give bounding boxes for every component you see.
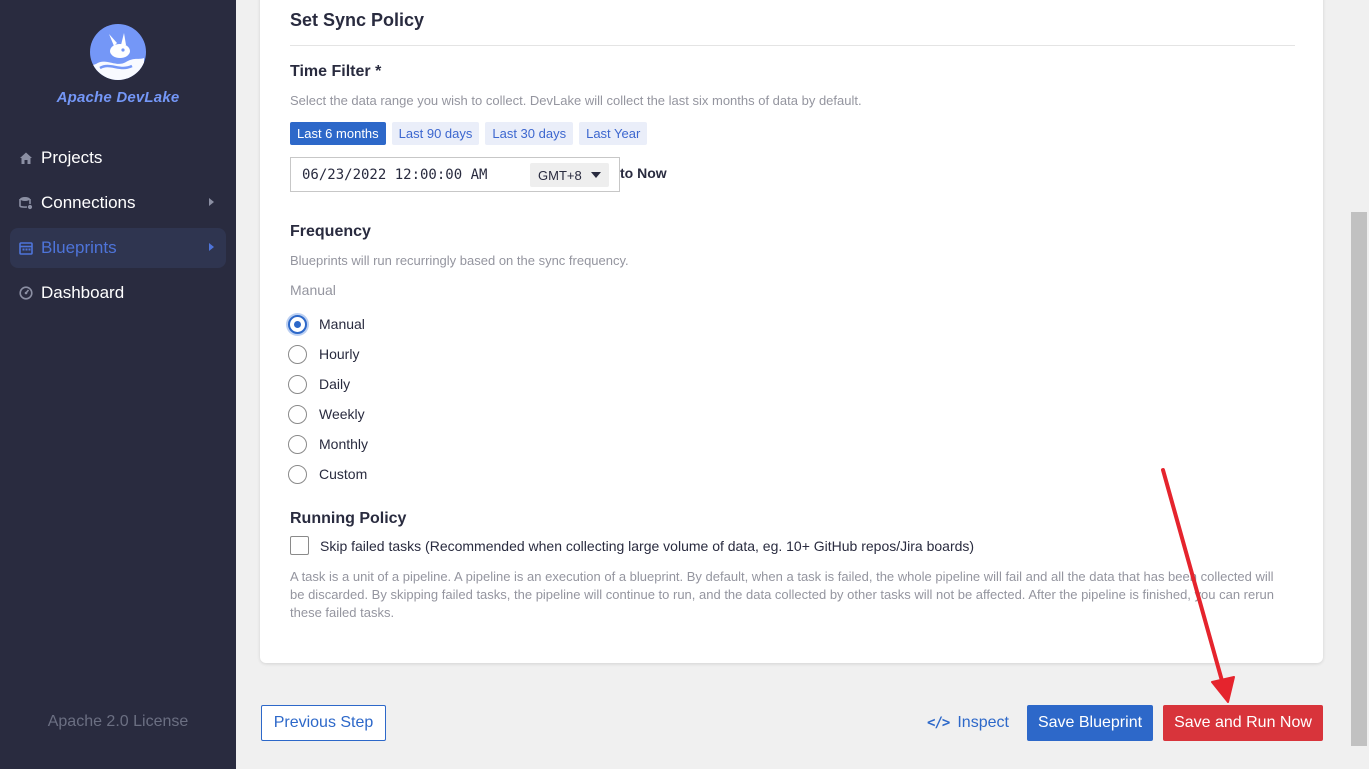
frequency-help: Blueprints will run recurringly based on… [290, 253, 629, 268]
save-and-run-button[interactable]: Save and Run Now [1163, 705, 1323, 741]
sync-policy-card: Set Sync Policy Time Filter * Select the… [260, 0, 1323, 663]
sidebar-item-label: Projects [41, 148, 103, 167]
radio-label: Weekly [319, 406, 365, 422]
sidebar-item-label: Dashboard [41, 283, 125, 302]
sidebar-item-projects[interactable]: Projects [10, 138, 226, 178]
caret-down-icon [590, 172, 601, 178]
chevron-right-icon [209, 243, 214, 251]
frequency-radio-group: Manual Hourly Daily Weekly Monthly Custo… [288, 309, 368, 489]
page-title: Set Sync Policy [290, 10, 425, 30]
preset-last-year[interactable]: Last Year [579, 122, 648, 145]
calendar-icon [19, 241, 33, 255]
brand-name: Apache DevLake [56, 89, 180, 106]
save-blueprint-button[interactable]: Save Blueprint [1027, 705, 1153, 741]
license-text: Apache 2.0 License [47, 713, 189, 730]
frequency-current-value: Manual [290, 282, 336, 298]
save-blueprint-label: Save Blueprint [1037, 714, 1143, 731]
previous-step-button[interactable]: Previous Step [261, 705, 386, 741]
devlake-logo-icon[interactable] [90, 24, 146, 80]
preset-last-30-days[interactable]: Last 30 days [485, 122, 574, 145]
radio-button[interactable] [288, 404, 307, 424]
sidebar-item-blueprints[interactable]: Blueprints [10, 228, 226, 268]
frequency-title: Frequency [290, 223, 371, 240]
preset-last-90-days[interactable]: Last 90 days [391, 122, 480, 145]
radio-label: Monthly [319, 436, 369, 452]
sidebar-item-connections[interactable]: Connections [10, 183, 226, 223]
timezone-select[interactable]: GMT+8 [530, 163, 609, 187]
radio-label: Daily [319, 376, 351, 392]
radio-custom[interactable]: Custom [288, 459, 368, 489]
sidebar-nav: Projects Connections Blueprints Dashboar… [10, 138, 226, 318]
previous-step-label: Previous Step [273, 714, 374, 731]
radio-button[interactable] [288, 314, 307, 334]
skip-failed-tasks-option[interactable]: Skip failed tasks (Recommended when coll… [290, 536, 974, 555]
preset-last-6-months[interactable]: Last 6 months [290, 122, 386, 145]
home-icon [19, 151, 33, 165]
start-date-value[interactable]: 06/23/2022 12:00:00 AM [302, 167, 532, 183]
start-date-input[interactable]: 06/23/2022 12:00:00 AM GMT+8 [290, 157, 620, 192]
time-preset-group: Last 6 months Last 90 days Last 30 days … [290, 122, 648, 145]
radio-label: Custom [319, 466, 368, 482]
chevron-right-icon [209, 198, 214, 206]
radio-label: Hourly [319, 346, 360, 362]
to-now-label: to Now [620, 165, 667, 181]
sidebar-item-dashboard[interactable]: Dashboard [10, 273, 226, 313]
skip-failed-tasks-checkbox[interactable] [290, 536, 309, 555]
radio-button[interactable] [288, 434, 307, 454]
sidebar-item-label: Connections [41, 193, 136, 212]
save-and-run-label: Save and Run Now [1174, 714, 1312, 731]
divider [290, 45, 1295, 46]
radio-button[interactable] [288, 464, 307, 484]
radio-weekly[interactable]: Weekly [288, 399, 368, 429]
radio-button[interactable] [288, 374, 307, 394]
radio-monthly[interactable]: Monthly [288, 429, 368, 459]
radio-hourly[interactable]: Hourly [288, 339, 368, 369]
time-filter-help: Select the data range you wish to collec… [290, 93, 862, 108]
dashboard-icon [19, 286, 33, 300]
radio-daily[interactable]: Daily [288, 369, 368, 399]
inspect-label: Inspect [957, 714, 1009, 731]
skip-failed-tasks-label: Skip failed tasks (Recommended when coll… [320, 537, 975, 554]
sidebar: Apache DevLake Projects Connections Blue… [0, 0, 236, 769]
time-filter-title: Time Filter * [290, 63, 382, 80]
radio-manual[interactable]: Manual [288, 309, 368, 339]
running-policy-title: Running Policy [290, 510, 407, 527]
scrollbar-thumb[interactable] [1351, 212, 1367, 746]
running-policy-description: A task is a unit of a pipeline. A pipeli… [290, 569, 1275, 620]
radio-label: Manual [319, 316, 365, 332]
inspect-button[interactable]: </> Inspect [923, 705, 1013, 741]
radio-button[interactable] [288, 344, 307, 364]
code-icon: </> [927, 715, 950, 731]
sidebar-item-label: Blueprints [41, 238, 117, 257]
database-icon [19, 196, 33, 210]
timezone-value: GMT+8 [538, 167, 582, 183]
